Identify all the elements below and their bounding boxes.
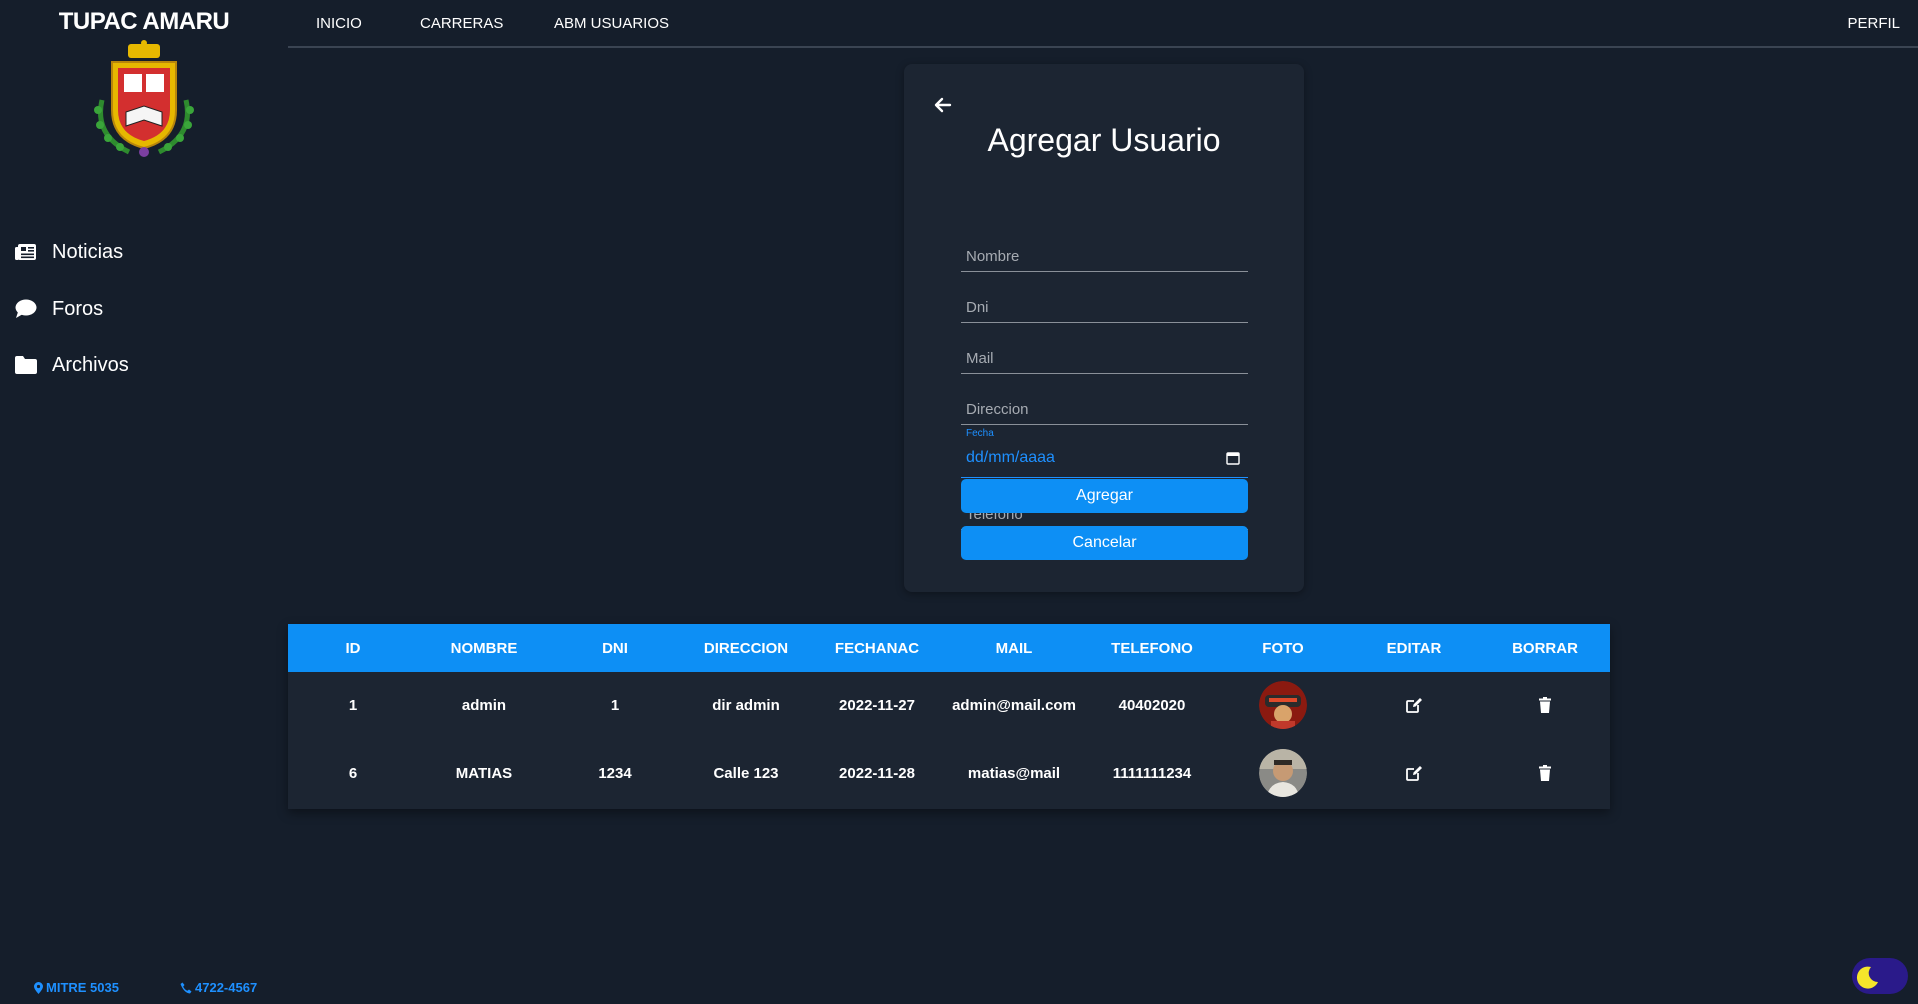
folder-icon: [14, 353, 38, 377]
footer-phone: 4722-4567: [180, 980, 257, 995]
form-title: Agregar Usuario: [987, 122, 1221, 158]
dni-input[interactable]: [961, 299, 1248, 316]
cell-dni: 1: [610, 697, 620, 714]
fecha-field[interactable]: Fecha dd/mm/aaaa: [961, 426, 1248, 478]
cell-nombre: MATIAS: [455, 765, 513, 782]
cell-id: 6: [348, 765, 358, 782]
trash-icon[interactable]: [1536, 764, 1554, 782]
moon-icon: [1856, 966, 1878, 989]
nav-link-perfil[interactable]: PERFIL: [1847, 15, 1900, 32]
avatar: [1259, 681, 1307, 729]
edit-icon[interactable]: [1405, 764, 1423, 782]
avatar: [1259, 749, 1307, 797]
column-header: NOMBRE: [450, 640, 518, 657]
nav-link-abm-usuarios[interactable]: ABM USUARIOS: [554, 15, 669, 32]
trash-icon[interactable]: [1536, 696, 1554, 714]
calendar-icon[interactable]: [1226, 451, 1240, 465]
sidebar-item-noticias[interactable]: Noticias: [14, 236, 123, 268]
edit-icon[interactable]: [1405, 696, 1423, 714]
column-header: MAIL: [995, 640, 1033, 657]
cell-telefono: 40402020: [1118, 697, 1186, 714]
dni-field: [961, 285, 1248, 323]
arrow-left-icon[interactable]: [932, 94, 954, 116]
cell-mail: matias@mail: [967, 765, 1061, 782]
cell-direccion: dir admin: [712, 697, 780, 714]
table-row: 6 MATIAS 1234 Calle 123 2022-11-28 matia…: [288, 740, 1610, 808]
newspaper-icon: [14, 240, 38, 264]
comment-icon: [14, 297, 38, 321]
column-header: FOTO: [1262, 640, 1304, 657]
direccion-field: [961, 387, 1248, 425]
column-header: BORRAR: [1512, 640, 1578, 657]
nav-link-inicio[interactable]: INICIO: [316, 15, 362, 32]
phone-icon: [180, 982, 192, 993]
column-header: FECHANAC: [834, 640, 920, 657]
cell-direccion: Calle 123: [713, 765, 779, 782]
footer-phone-text: 4722-4567: [195, 980, 258, 995]
map-marker-icon: [34, 981, 43, 994]
column-header: ID: [345, 640, 361, 657]
mail-field: [961, 336, 1248, 374]
column-header: EDITAR: [1386, 640, 1442, 657]
cancelar-button[interactable]: Cancelar: [961, 526, 1248, 560]
column-header: DIRECCION: [703, 640, 789, 657]
dark-mode-toggle[interactable]: [1852, 958, 1908, 994]
sidebar-item-archivos[interactable]: Archivos: [14, 349, 129, 381]
nombre-field: [961, 234, 1248, 272]
nombre-input[interactable]: [961, 248, 1248, 265]
footer-address-text: MITRE 5035: [46, 980, 119, 995]
table-header: ID NOMBRE DNI DIRECCION FECHANAC MAIL TE…: [288, 624, 1610, 672]
column-header: DNI: [602, 640, 628, 657]
footer-address: MITRE 5035: [34, 980, 119, 995]
column-header: TELEFONO: [1111, 640, 1193, 657]
nav-link-carreras[interactable]: CARRERAS: [420, 15, 503, 32]
direccion-input[interactable]: [961, 401, 1248, 418]
cell-id: 1: [348, 697, 358, 714]
top-navbar: INICIO CARRERAS ABM USUARIOS PERFIL: [288, 0, 1918, 48]
sidebar-item-foros[interactable]: Foros: [14, 293, 103, 325]
users-table: ID NOMBRE DNI DIRECCION FECHANAC MAIL TE…: [288, 624, 1610, 809]
table-row: 1 admin 1 dir admin 2022-11-27 admin@mai…: [288, 672, 1610, 740]
sidebar-item-label: Foros: [52, 297, 104, 320]
cell-mail: admin@mail.com: [952, 697, 1076, 714]
cell-fechanac: 2022-11-28: [839, 765, 915, 782]
sidebar-item-label: Archivos: [52, 353, 129, 376]
fecha-value: dd/mm/aaaa: [966, 449, 1055, 466]
mail-input[interactable]: [961, 350, 1248, 367]
add-user-card: Agregar Usuario Fecha dd/mm/aaaa Agregar…: [904, 64, 1304, 592]
agregar-button[interactable]: Agregar: [961, 479, 1248, 513]
cell-telefono: 1111111234: [1112, 765, 1192, 782]
sidebar: TUPAC AMARU Noticias Foros Archivos MITR…: [0, 0, 288, 1004]
school-crest-logo: [94, 40, 194, 157]
sidebar-item-label: Noticias: [52, 240, 124, 263]
cell-dni: 1234: [598, 765, 632, 782]
brand-title: TUPAC AMARU: [58, 8, 230, 35]
cell-nombre: admin: [461, 697, 507, 714]
fecha-label: Fecha: [966, 428, 994, 439]
cell-fechanac: 2022-11-27: [839, 697, 915, 714]
